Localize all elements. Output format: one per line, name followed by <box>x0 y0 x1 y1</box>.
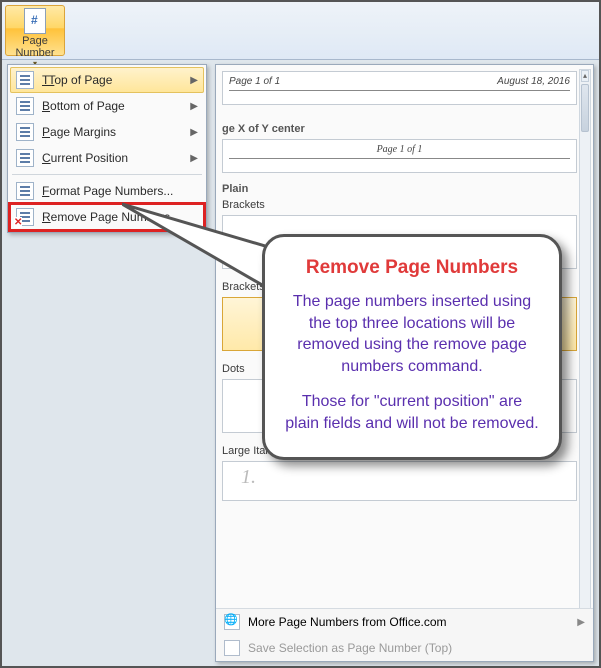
footer-label: More Page Numbers from Office.com <box>248 615 447 629</box>
footer-label: Save Selection as Page Number (Top) <box>248 641 452 655</box>
menu-top-of-page[interactable]: T Top of Page ▶ <box>10 67 204 93</box>
submenu-arrow-icon: ▶ <box>190 127 198 138</box>
sample-text: 1. <box>229 466 570 489</box>
current-position-icon <box>16 149 34 167</box>
callout: Remove Page Numbers The page numbers ins… <box>262 234 562 460</box>
scroll-thumb[interactable] <box>581 84 589 132</box>
save-selection: Save Selection as Page Number (Top) <box>216 635 593 661</box>
callout-title: Remove Page Numbers <box>283 257 541 279</box>
page-bottom-icon <box>16 97 34 115</box>
preview-right: August 18, 2016 <box>497 76 570 87</box>
menu-label: Page Margins <box>42 125 116 139</box>
submenu-arrow-icon: ▶ <box>190 101 198 112</box>
menu-label: Current Position <box>42 151 128 165</box>
menu-current-position[interactable]: Current Position ▶ <box>10 145 204 171</box>
gallery-thumb[interactable]: Page 1 of 1 <box>222 139 577 173</box>
gallery-thumb[interactable]: Page 1 of 1 August 18, 2016 <box>222 71 577 105</box>
more-page-numbers[interactable]: More Page Numbers from Office.com ▶ <box>216 609 593 635</box>
ribbon: Page Number ▾ <box>2 2 599 60</box>
gallery-footer: More Page Numbers from Office.com ▶ Save… <box>216 608 593 661</box>
preview-center: Page 1 of 1 <box>229 144 570 155</box>
format-icon <box>16 182 34 200</box>
submenu-arrow-icon: ▶ <box>190 153 198 164</box>
globe-icon <box>224 614 240 630</box>
submenu-arrow-icon: ▶ <box>577 617 585 628</box>
gallery-thumb-large-italics[interactable]: 1. <box>222 461 577 501</box>
section-title: ge X of Y center <box>220 119 591 137</box>
menu-bottom-of-page[interactable]: Bottom of Page ▶ <box>10 93 204 119</box>
menu-label: Bottom of Page <box>42 99 125 113</box>
scrollbar[interactable]: ▴ ▾ <box>579 69 591 625</box>
callout-text-2: Those for "current position" are plain f… <box>283 391 541 434</box>
page-top-icon <box>16 71 34 89</box>
page-number-label: Page Number <box>6 35 64 59</box>
menu-label: Top of Page <box>48 73 112 87</box>
menu-page-margins[interactable]: Page Margins ▶ <box>10 119 204 145</box>
page-margins-icon <box>16 123 34 141</box>
scroll-up-button[interactable]: ▴ <box>581 70 589 82</box>
callout-text-1: The page numbers inserted using the top … <box>283 291 541 377</box>
submenu-arrow-icon: ▶ <box>190 75 198 86</box>
save-icon <box>224 640 240 656</box>
remove-icon <box>16 208 34 226</box>
page-number-button[interactable]: Page Number ▾ <box>5 5 65 56</box>
preview-left: Page 1 of 1 <box>229 76 280 87</box>
page-number-icon <box>24 8 46 34</box>
